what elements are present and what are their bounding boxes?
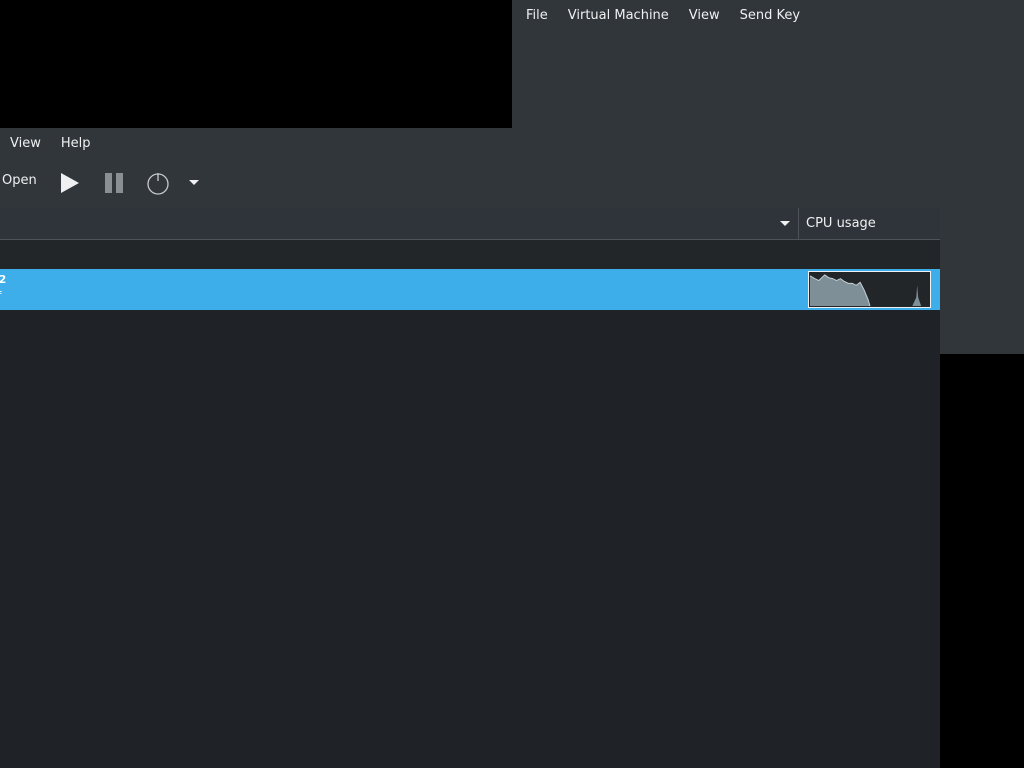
manager-menubar: View Help [0, 128, 940, 159]
pause-icon[interactable] [103, 172, 125, 194]
sort-dropdown-icon[interactable] [778, 217, 792, 231]
manager-toolbar: Open [0, 159, 940, 208]
open-button[interactable]: Open [2, 173, 37, 188]
menu-view[interactable]: View [0, 136, 51, 151]
menu-virtual-machine[interactable]: Virtual Machine [558, 8, 679, 23]
vm-manager-window: View Help Open CPU usage -2 ff [0, 128, 940, 768]
column-header-cpu-usage[interactable]: CPU usage [806, 216, 876, 231]
menu-help[interactable]: Help [51, 136, 101, 151]
cpu-usage-graph [808, 271, 931, 308]
vm-state: ff [0, 289, 2, 302]
vm-list-area [0, 310, 940, 768]
power-icon[interactable] [146, 171, 170, 195]
play-icon[interactable] [58, 172, 80, 194]
vm-menubar: File Virtual Machine View Send Key [512, 0, 1024, 31]
list-header: CPU usage [0, 208, 940, 240]
column-divider [798, 208, 799, 239]
dropdown-arrow-icon[interactable] [187, 176, 201, 190]
vm-name: -2 [0, 273, 7, 286]
menu-send-key[interactable]: Send Key [730, 8, 810, 23]
menu-view[interactable]: View [679, 8, 730, 23]
vm-list-item[interactable]: -2 ff [0, 269, 940, 310]
black-background [0, 0, 512, 128]
connection-group-row[interactable] [0, 240, 940, 269]
menu-file[interactable]: File [516, 8, 558, 23]
